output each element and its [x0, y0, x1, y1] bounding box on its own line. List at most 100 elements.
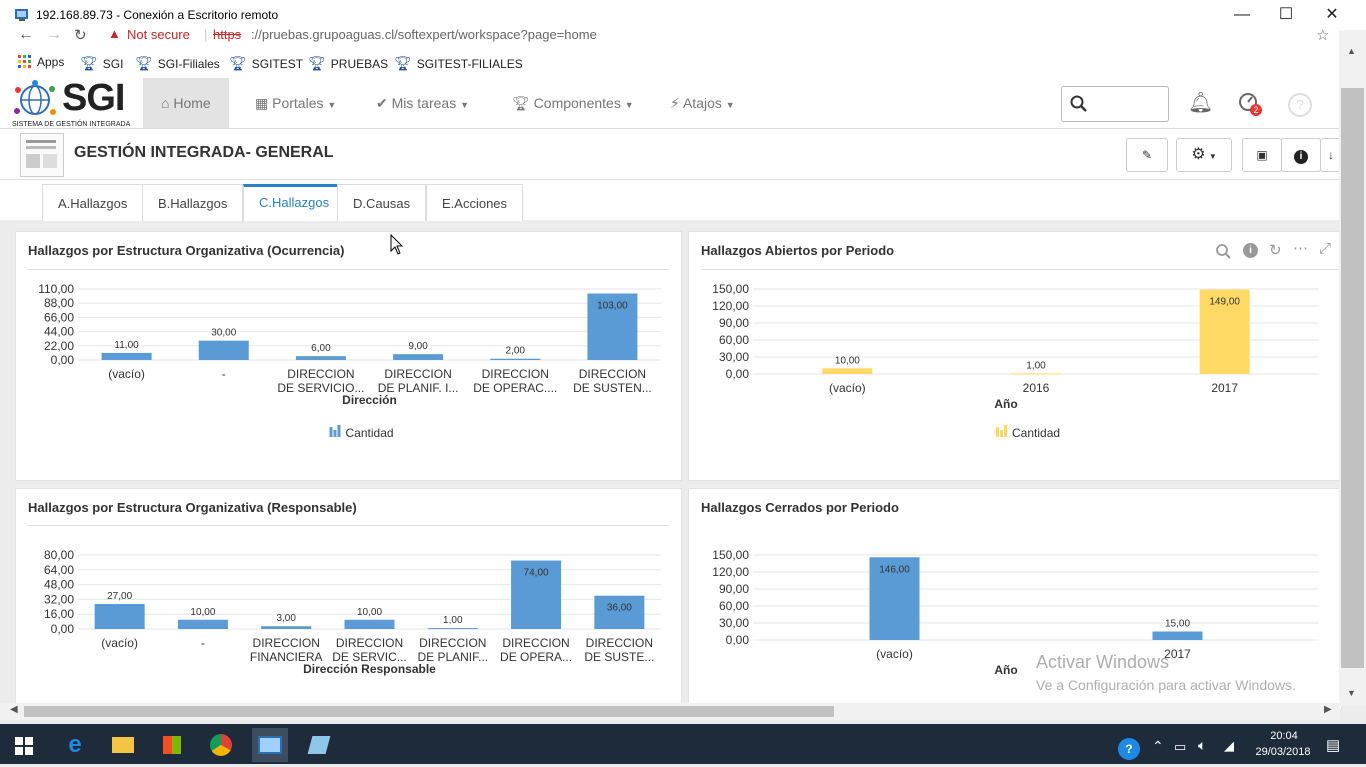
tab-b-hallazgos[interactable]: B.Hallazgos: [142, 184, 244, 221]
bell-icon[interactable]: 🔔︎: [1188, 90, 1213, 115]
nav-atajos[interactable]: ⚡︎ Atajos ▼: [652, 78, 753, 128]
nav-portales[interactable]: ▦ Portales ▼: [237, 78, 354, 128]
security-status: Not secure: [127, 27, 190, 42]
bookmark-sgitest-filiales[interactable]: 🏆︎ SGITEST-FILIALES: [394, 55, 523, 72]
nav-label: Portales: [272, 95, 324, 111]
wifi-icon[interactable]: ◢: [1224, 738, 1234, 754]
data-label: 1,00: [443, 615, 463, 626]
legend-swatch: [337, 425, 341, 437]
x-tick-label: 2017: [1211, 381, 1238, 395]
legend-swatch: [1000, 430, 1003, 437]
vertical-scrollbar[interactable]: ▲ ▼: [1339, 30, 1366, 706]
data-label: 6,00: [311, 343, 331, 354]
nav-mis-tareas[interactable]: ✔ Mis tareas ▼: [358, 78, 487, 128]
settings-button[interactable]: ⚙ ▼: [1176, 138, 1232, 172]
forward-icon[interactable]: →: [46, 26, 62, 44]
bookmark-sgitest[interactable]: 🏆︎ SGITEST: [229, 55, 303, 72]
sgi-logo[interactable]: SGI SISTEMA DE GESTIÓN INTEGRADA: [12, 77, 140, 128]
tab-c-hallazgos[interactable]: C.Hallazgos: [243, 184, 346, 221]
clock-time[interactable]: 20:04: [1256, 730, 1312, 742]
y-tick-label: 66,00: [44, 310, 74, 324]
tab-e-acciones[interactable]: E.Acciones: [426, 184, 524, 221]
search-input[interactable]: [1061, 86, 1169, 122]
zoom-icon[interactable]: [1215, 243, 1231, 259]
more-options-icon[interactable]: ⋯: [1293, 239, 1308, 257]
address-separator: |: [204, 27, 208, 42]
scroll-left-icon[interactable]: ◀: [10, 704, 18, 715]
refresh-icon[interactable]: ↻: [1269, 241, 1282, 259]
maximize-button[interactable]: ☐: [1266, 4, 1306, 26]
panel-title: Hallazgos por Estructura Organizativa (O…: [28, 243, 345, 258]
url-scheme[interactable]: https: [213, 27, 241, 42]
x-tick-label: DIRECCION: [287, 367, 354, 381]
info-button[interactable]: i: [1281, 138, 1321, 172]
bookmark-apps[interactable]: Apps: [18, 55, 64, 69]
nav-home[interactable]: ⌂ Home: [143, 78, 229, 128]
y-tick-label: 90,00: [719, 316, 749, 330]
remote-desktop-taskbar-icon[interactable]: [252, 728, 288, 762]
bookmark-label: SGITEST-FILIALES: [416, 56, 523, 71]
bookmark-sgi-filiales[interactable]: 🏆︎ SGI-Filiales: [135, 55, 220, 72]
windows-start-icon[interactable]: [15, 737, 33, 755]
chart-abiertos: 0,00 30,00 60,00 90,00 120,00 150,00 10,00 (vac…: [712, 282, 1319, 440]
edge-icon[interactable]: e: [57, 728, 93, 762]
network-icon[interactable]: ▭: [1174, 739, 1186, 755]
data-label: 3,00: [276, 613, 296, 624]
y-tick-label: 110,00: [38, 282, 74, 296]
scroll-right-icon[interactable]: ▶: [1324, 704, 1332, 715]
scroll-down-icon[interactable]: ▼: [1347, 688, 1356, 698]
expand-icon[interactable]: ⤢: [1319, 240, 1331, 257]
edit-button[interactable]: ✎: [1126, 138, 1168, 172]
bar: [393, 354, 444, 360]
horizontal-scrollbar[interactable]: ◀ ▶: [0, 703, 1340, 720]
data-label: 27,00: [107, 591, 132, 602]
data-label: 15,00: [1165, 619, 1190, 630]
presentation-button[interactable]: ▣: [1242, 138, 1282, 172]
reload-icon[interactable]: ↻: [74, 26, 87, 44]
chevron-up-icon[interactable]: ⌃: [1152, 738, 1164, 755]
app-taskbar-icon[interactable]: [301, 728, 337, 762]
x-tick-label: DIRECCION: [253, 636, 320, 650]
clock-date[interactable]: 29/03/2018: [1248, 746, 1318, 758]
x-axis-title: Año: [994, 663, 1017, 677]
minimize-button[interactable]: —: [1222, 4, 1262, 26]
bookmark-sgi[interactable]: 🏆︎ SGI: [80, 55, 123, 72]
more-button[interactable]: ↓: [1320, 138, 1341, 172]
nav-label: Atajos: [682, 95, 722, 111]
store-icon[interactable]: [154, 728, 190, 762]
data-label: 146,00: [879, 564, 910, 575]
y-tick-label: 0,00: [726, 367, 750, 381]
y-tick-label: 0,00: [51, 353, 75, 367]
scroll-up-icon[interactable]: ▲: [1347, 46, 1356, 56]
legend: Cantidad: [996, 425, 1060, 440]
y-tick-label: 0,00: [726, 633, 750, 647]
help-tray-icon[interactable]: ?: [1118, 738, 1140, 760]
back-icon[interactable]: ←: [18, 26, 34, 44]
x-tick-label: DIRECCION: [586, 636, 653, 650]
bookmark-pruebas[interactable]: 🏆︎ PRUEBAS: [308, 55, 388, 72]
tab-d-causas[interactable]: D.Causas: [337, 184, 427, 221]
bookmark-star-icon[interactable]: ☆: [1316, 26, 1329, 44]
nav-componentes[interactable]: 🏆︎ Componentes ▼: [494, 78, 652, 128]
scroll-thumb[interactable]: [24, 706, 834, 717]
scroll-thumb[interactable]: [1341, 88, 1364, 668]
help-icon[interactable]: ?: [1288, 93, 1312, 117]
notification-center-icon[interactable]: ▤: [1326, 736, 1340, 754]
chrome-icon[interactable]: [203, 728, 239, 762]
bar: [94, 604, 145, 629]
data-label: 74,00: [524, 568, 549, 579]
info-icon[interactable]: i: [1243, 243, 1258, 258]
bar: [344, 619, 395, 629]
volume-icon[interactable]: 🔈︎: [1198, 737, 1206, 754]
close-button[interactable]: ✕: [1312, 4, 1352, 26]
x-tick-label: 2016: [1023, 381, 1050, 395]
remote-desktop-icon: [15, 9, 28, 21]
url-text[interactable]: ://pruebas.grupoaguas.cl/softexpert/work…: [251, 27, 597, 42]
legend-swatch: [333, 430, 337, 437]
bar: [261, 626, 312, 629]
performance-button[interactable]: 2: [1238, 92, 1262, 116]
page-title: GESTIÓN INTEGRADA- GENERAL: [74, 144, 334, 161]
panel-responsable: Hallazgos por Estructura Organizativa (R…: [15, 488, 682, 710]
file-explorer-icon[interactable]: [105, 728, 141, 762]
tab-a-hallazgos[interactable]: A.Hallazgos: [42, 184, 144, 221]
